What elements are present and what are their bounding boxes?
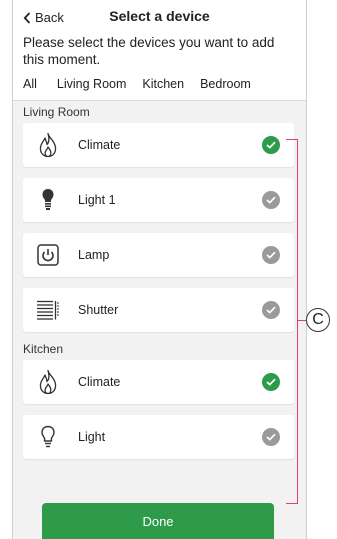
- power-socket-icon: [35, 242, 61, 268]
- check-circle-icon[interactable]: [262, 136, 280, 154]
- device-name: Shutter: [78, 303, 119, 317]
- page-description: Please select the devices you want to ad…: [23, 35, 275, 67]
- check-circle-icon[interactable]: [262, 301, 280, 319]
- header-bar: Back Select a device: [13, 0, 306, 34]
- device-card[interactable]: Light: [23, 415, 294, 459]
- device-name: Lamp: [78, 248, 110, 262]
- device-name: Climate: [78, 375, 121, 389]
- bulb-outline-icon: [35, 424, 61, 450]
- device-card[interactable]: Lamp: [23, 233, 294, 277]
- flame-icon: [35, 369, 61, 395]
- device-card[interactable]: Light 1: [23, 178, 294, 222]
- tab-kitchen[interactable]: Kitchen: [142, 77, 184, 95]
- shutter-icon: [35, 297, 61, 323]
- check-circle-icon[interactable]: [262, 191, 280, 209]
- check-circle-icon[interactable]: [262, 373, 280, 391]
- bulb-icon: [35, 187, 61, 213]
- top-panel: Back Select a device Please select the d…: [13, 0, 306, 101]
- annotation-callout: C: [306, 308, 330, 332]
- done-button[interactable]: Done: [42, 503, 274, 539]
- annotation-bracket: [286, 139, 298, 504]
- flame-icon: [35, 132, 61, 158]
- phone-screen: Back Select a device Please select the d…: [12, 0, 307, 539]
- check-circle-icon[interactable]: [262, 246, 280, 264]
- tab-bar: All Living Room Kitchen Bedroom: [13, 72, 306, 100]
- device-name: Climate: [78, 138, 121, 152]
- device-name: Light: [78, 430, 106, 444]
- tab-living-room[interactable]: Living Room: [57, 77, 126, 95]
- page-title: Select a device: [109, 8, 210, 24]
- section-label-living-room: Living Room: [23, 105, 90, 119]
- tab-all[interactable]: All: [23, 77, 37, 95]
- device-card[interactable]: Climate: [23, 123, 294, 167]
- annotation-connector: [298, 320, 306, 321]
- tab-bedroom[interactable]: Bedroom: [200, 77, 251, 95]
- section-label-kitchen: Kitchen: [23, 342, 64, 356]
- done-area: Done: [42, 503, 274, 539]
- device-name: Light 1: [78, 193, 116, 207]
- device-card[interactable]: Climate: [23, 360, 294, 404]
- check-circle-icon[interactable]: [262, 428, 280, 446]
- device-card[interactable]: Shutter: [23, 288, 294, 332]
